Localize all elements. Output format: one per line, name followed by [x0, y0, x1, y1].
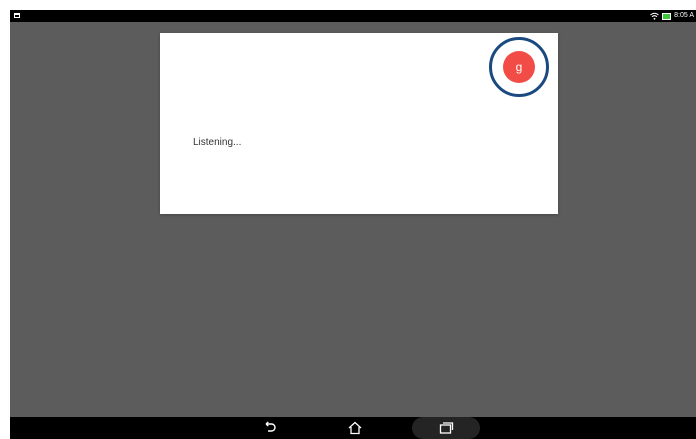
voice-search-dialog: Listening... g [160, 33, 558, 214]
navigation-bar [10, 417, 696, 439]
status-time: 8:05 A [674, 12, 694, 19]
recent-apps-icon[interactable] [438, 421, 454, 435]
status-bar: 8:05 A [10, 10, 696, 22]
status-icons: 8:05 A [650, 10, 694, 22]
tablet-screen: 8:05 A Listening... g [10, 10, 696, 439]
notification-icon [14, 13, 20, 18]
battery-charging-icon [662, 12, 672, 20]
wifi-icon [650, 12, 659, 20]
mic-button-area: g [489, 37, 549, 97]
highlight-annotation-ring [489, 37, 549, 97]
home-icon[interactable] [347, 421, 363, 435]
listening-status-text: Listening... [193, 137, 242, 148]
back-icon[interactable] [262, 421, 278, 435]
